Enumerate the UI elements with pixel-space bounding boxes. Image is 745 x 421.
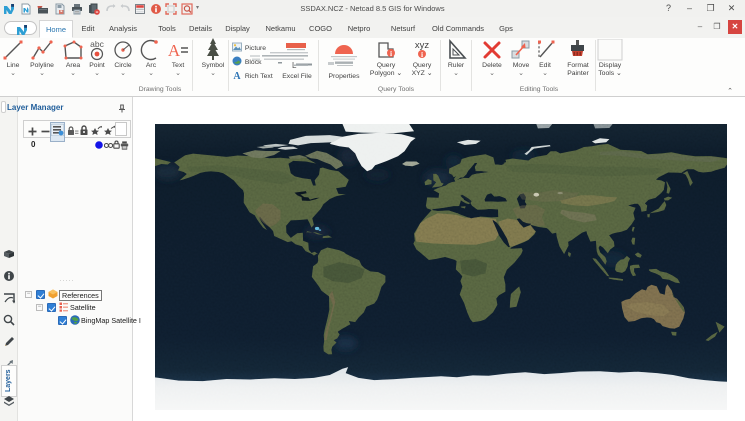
svg-text:A: A <box>168 41 181 60</box>
svg-text:A: A <box>233 71 241 80</box>
svg-text:i: i <box>421 50 423 59</box>
svg-text:abc: abc <box>90 39 104 49</box>
svg-text:i: i <box>390 49 392 58</box>
